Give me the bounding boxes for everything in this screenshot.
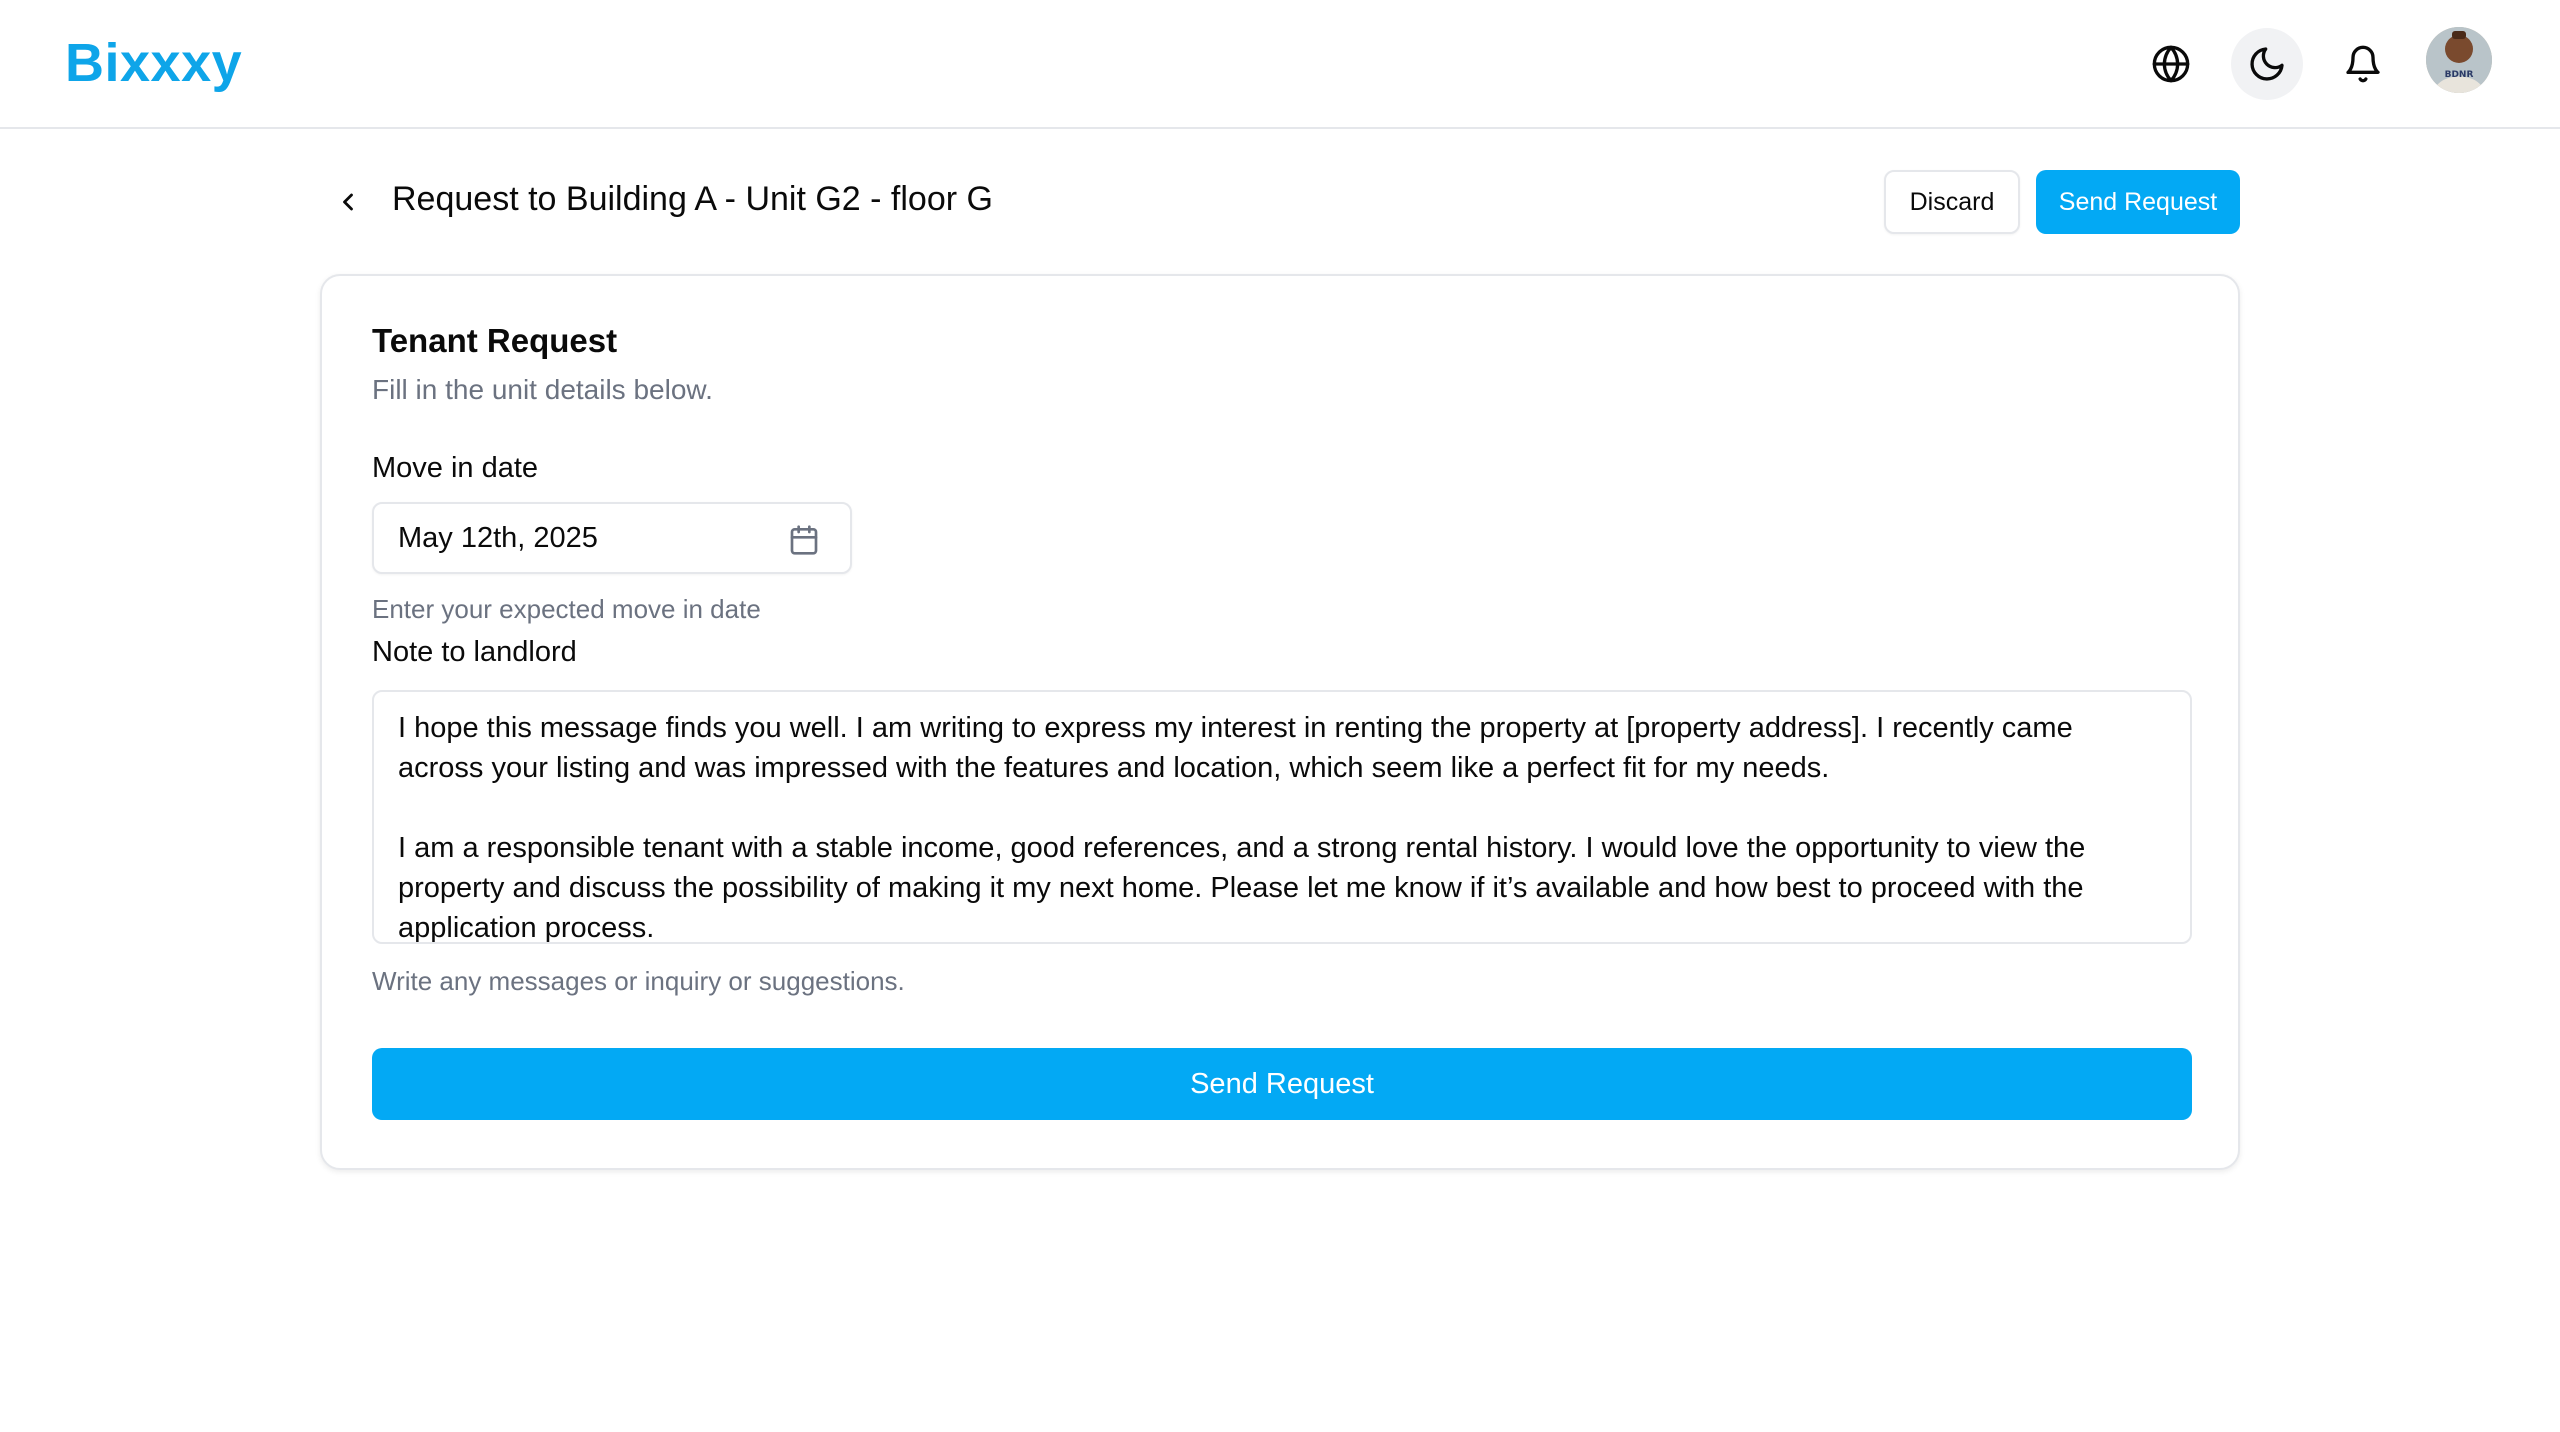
note-to-landlord-label: Note to landlord bbox=[372, 636, 577, 668]
move-in-date-label: Move in date bbox=[372, 452, 539, 484]
move-in-date-hint: Enter your expected move in date bbox=[372, 594, 761, 624]
tenant-request-card: Tenant Request Fill in the unit details … bbox=[320, 274, 2240, 1170]
moon-icon[interactable] bbox=[2231, 28, 2303, 100]
bell-icon[interactable] bbox=[2327, 28, 2399, 100]
note-hint: Write any messages or inquiry or suggest… bbox=[372, 966, 905, 996]
send-request-button-top[interactable]: Send Request bbox=[2036, 170, 2240, 234]
page-header: Request to Building A - Unit G2 - floor … bbox=[320, 170, 2240, 234]
avatar[interactable]: BDNR bbox=[2426, 27, 2492, 93]
back-button[interactable] bbox=[320, 170, 376, 234]
page-title: Request to Building A - Unit G2 - floor … bbox=[392, 180, 993, 218]
move-in-date-value: May 12th, 2025 bbox=[398, 522, 598, 554]
chevron-left-icon bbox=[343, 193, 353, 211]
discard-button[interactable]: Discard bbox=[1884, 170, 2020, 234]
send-request-button[interactable]: Send Request bbox=[372, 1048, 2192, 1120]
note-paragraph-1: I hope this message finds you well. I am… bbox=[398, 712, 2073, 784]
app-logo[interactable]: Bixxxy bbox=[65, 32, 242, 94]
card-subtitle: Fill in the unit details below. bbox=[372, 374, 713, 405]
card-title: Tenant Request bbox=[372, 322, 618, 359]
globe-icon[interactable] bbox=[2135, 28, 2207, 100]
avatar-badge-text: BDNR bbox=[2445, 70, 2474, 80]
move-in-date-picker[interactable]: May 12th, 2025 bbox=[372, 502, 852, 574]
calendar-icon bbox=[790, 525, 818, 555]
top-navigation-bar: Bixxxy BDNR bbox=[0, 0, 2560, 129]
note-to-landlord-textarea[interactable]: I hope this message finds you well. I am… bbox=[372, 690, 2192, 944]
note-paragraph-2: I am a responsible tenant with a stable … bbox=[398, 832, 2086, 944]
